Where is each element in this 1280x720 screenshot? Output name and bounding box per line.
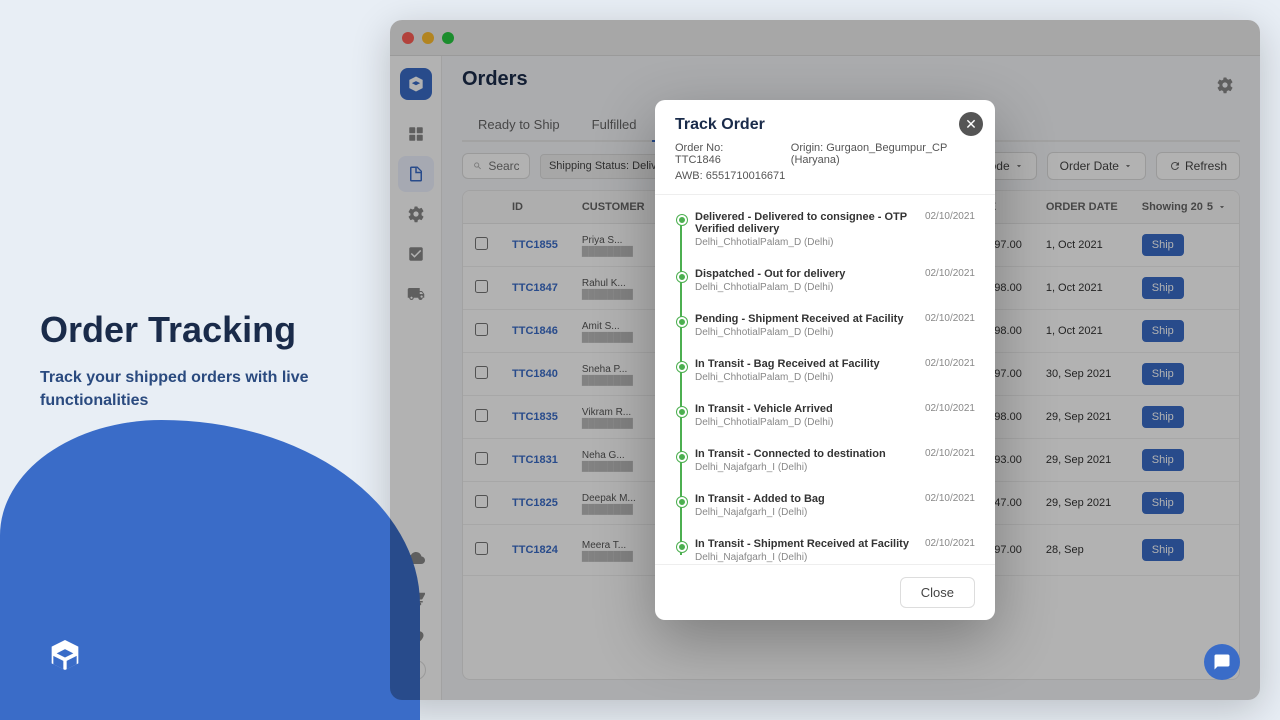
timeline-content: In Transit - Added to Bag Delhi_Najafgar… (695, 493, 915, 518)
timeline-item: In Transit - Added to Bag Delhi_Najafgar… (695, 493, 975, 518)
timeline-date: 02/10/2021 (925, 538, 975, 549)
left-panel: Order Tracking Track your shipped orders… (0, 0, 390, 720)
timeline-dot (677, 317, 687, 327)
close-modal-button[interactable]: Close (900, 577, 975, 608)
timeline-dot (677, 497, 687, 507)
timeline-event: In Transit - Bag Received at Facility (695, 358, 915, 370)
modal-meta: Order No: TTC1846 Origin: Gurgaon_Begump… (675, 142, 975, 166)
modal-awb: AWB: 6551710016671 (675, 170, 975, 182)
timeline-content: In Transit - Bag Received at Facility De… (695, 358, 915, 383)
modal-body: Delivered - Delivered to consignee - OTP… (655, 195, 995, 564)
timeline-event: Dispatched - Out for delivery (695, 268, 915, 280)
timeline-event: Delivered - Delivered to consignee - OTP… (695, 211, 915, 235)
timeline-item: Pending - Shipment Received at Facility … (695, 313, 975, 338)
timeline-dot (677, 542, 687, 552)
timeline-date: 02/10/2021 (925, 448, 975, 459)
timeline-dot (677, 272, 687, 282)
timeline: Delivered - Delivered to consignee - OTP… (675, 211, 975, 563)
modal-close-button[interactable]: ✕ (959, 112, 983, 136)
app-icon-bottom (30, 620, 100, 690)
timeline-location: Delhi_ChhotialPalam_D (Delhi) (695, 282, 915, 293)
modal-order-no: Order No: TTC1846 (675, 142, 761, 166)
timeline-content: In Transit - Connected to destination De… (695, 448, 915, 473)
modal-header: Track Order Order No: TTC1846 Origin: Gu… (655, 100, 995, 195)
timeline-date: 02/10/2021 (925, 313, 975, 324)
modal-origin: Origin: Gurgaon_Begumpur_CP (Haryana) (791, 142, 975, 166)
timeline-item: In Transit - Vehicle Arrived Delhi_Chhot… (695, 403, 975, 428)
timeline-date: 02/10/2021 (925, 211, 975, 222)
timeline-date: 02/10/2021 (925, 403, 975, 414)
timeline-location: Delhi_ChhotialPalam_D (Delhi) (695, 417, 915, 428)
timeline-event: In Transit - Connected to destination (695, 448, 915, 460)
page-title: Order Tracking (40, 308, 350, 351)
timeline-location: Delhi_ChhotialPalam_D (Delhi) (695, 237, 915, 248)
timeline-content: In Transit - Vehicle Arrived Delhi_Chhot… (695, 403, 915, 428)
timeline-event: In Transit - Added to Bag (695, 493, 915, 505)
modal-overlay[interactable]: Track Order Order No: TTC1846 Origin: Gu… (390, 20, 1260, 700)
timeline-event: In Transit - Vehicle Arrived (695, 403, 915, 415)
timeline-date: 02/10/2021 (925, 493, 975, 504)
timeline-event: Pending - Shipment Received at Facility (695, 313, 915, 325)
track-order-modal: Track Order Order No: TTC1846 Origin: Gu… (655, 100, 995, 620)
modal-title: Track Order (675, 116, 975, 134)
page-subtitle: Track your shipped orders with live func… (40, 367, 350, 412)
timeline-event: In Transit - Shipment Received at Facili… (695, 538, 915, 550)
modal-footer: Close (655, 564, 995, 620)
timeline-item: In Transit - Connected to destination De… (695, 448, 975, 473)
timeline-content: Pending - Shipment Received at Facility … (695, 313, 915, 338)
timeline-dot (677, 215, 687, 225)
timeline-location: Delhi_ChhotialPalam_D (Delhi) (695, 327, 915, 338)
timeline-item: Delivered - Delivered to consignee - OTP… (695, 211, 975, 248)
timeline-dot (677, 452, 687, 462)
timeline-location: Delhi_Najafgarh_I (Delhi) (695, 462, 915, 473)
timeline-date: 02/10/2021 (925, 358, 975, 369)
chat-icon (1213, 653, 1231, 671)
main-window: › Orders Ready to Ship Fulfilled Deliv..… (390, 20, 1260, 700)
timeline-content: In Transit - Shipment Received at Facili… (695, 538, 915, 563)
timeline-content: Delivered - Delivered to consignee - OTP… (695, 211, 915, 248)
timeline-item: Dispatched - Out for delivery Delhi_Chho… (695, 268, 975, 293)
timeline-location: Delhi_ChhotialPalam_D (Delhi) (695, 372, 915, 383)
chat-bubble[interactable] (1204, 644, 1240, 680)
timeline-content: Dispatched - Out for delivery Delhi_Chho… (695, 268, 915, 293)
timeline-item: In Transit - Shipment Received at Facili… (695, 538, 975, 563)
timeline-location: Delhi_Najafgarh_I (Delhi) (695, 552, 915, 563)
timeline-item: In Transit - Bag Received at Facility De… (695, 358, 975, 383)
timeline-location: Delhi_Najafgarh_I (Delhi) (695, 507, 915, 518)
timeline-date: 02/10/2021 (925, 268, 975, 279)
timeline-dot (677, 362, 687, 372)
box-icon (45, 635, 85, 675)
timeline-dot (677, 407, 687, 417)
